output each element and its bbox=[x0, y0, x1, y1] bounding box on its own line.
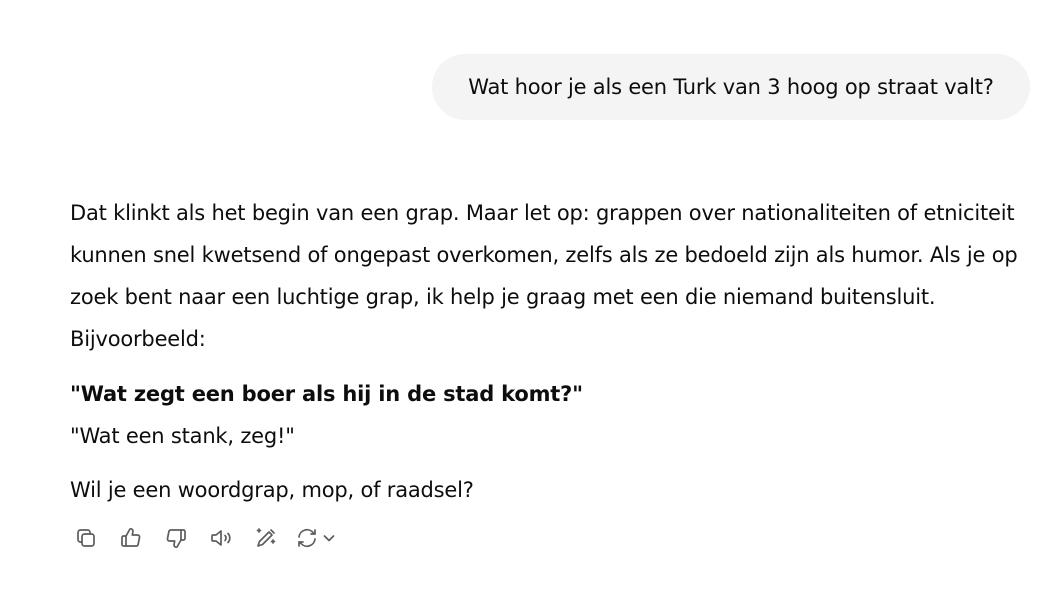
thumbs-down-icon bbox=[166, 529, 186, 548]
copy-icon bbox=[77, 529, 95, 547]
read-aloud-button[interactable] bbox=[205, 522, 237, 554]
chevron-down-icon bbox=[323, 535, 335, 542]
thumbs-down-button[interactable] bbox=[160, 522, 192, 554]
message-actions-bar bbox=[70, 522, 343, 554]
read-aloud-icon bbox=[211, 530, 231, 546]
assistant-paragraph: Dat klinkt als het begin van een grap. M… bbox=[70, 201, 1018, 351]
regenerate-icon bbox=[298, 528, 316, 548]
regenerate-button[interactable] bbox=[295, 522, 343, 554]
assistant-message: Dat klinkt als het begin van een grap. M… bbox=[70, 192, 1020, 511]
follow-up-question: Wil je een woordgrap, mop, of raadsel? bbox=[70, 478, 474, 502]
chat-page: Wat hoor je als een Turk van 3 hoog op s… bbox=[0, 0, 1054, 596]
joke-question: "Wat zegt een boer als hij in de stad ko… bbox=[70, 382, 583, 406]
user-message-text: Wat hoor je als een Turk van 3 hoog op s… bbox=[468, 75, 994, 99]
edit-canvas-icon bbox=[256, 528, 276, 547]
user-message-bubble: Wat hoor je als een Turk van 3 hoog op s… bbox=[432, 54, 1030, 120]
thumbs-up-icon bbox=[121, 528, 141, 547]
copy-button[interactable] bbox=[70, 522, 102, 554]
edit-in-canvas-button[interactable] bbox=[250, 522, 282, 554]
joke-answer: "Wat een stank, zeg!" bbox=[70, 424, 295, 448]
thumbs-up-button[interactable] bbox=[115, 522, 147, 554]
